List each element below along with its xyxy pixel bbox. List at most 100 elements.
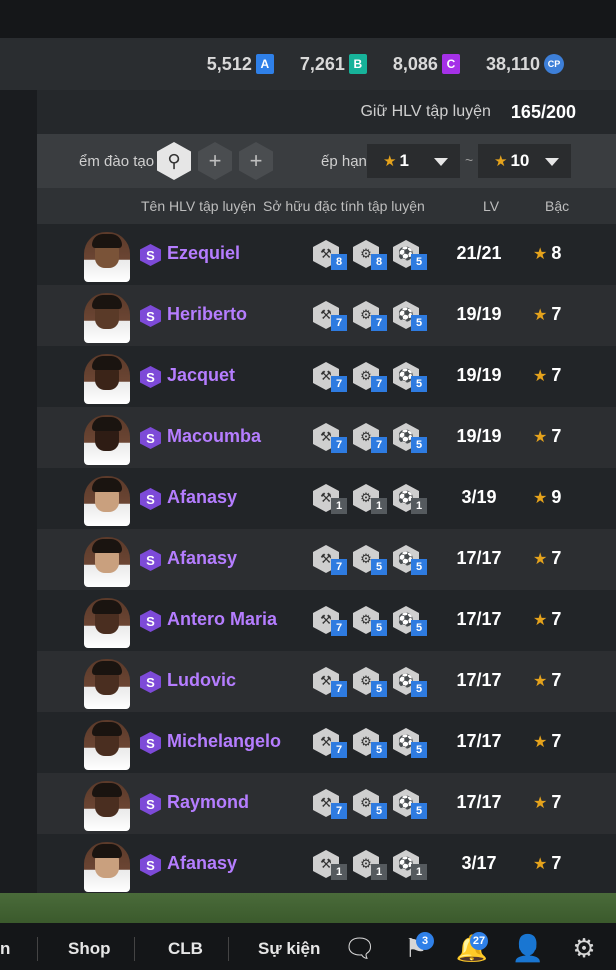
avatar — [84, 720, 130, 770]
range-tilde: ~ — [465, 152, 474, 168]
coach-level: 17/17 — [456, 792, 502, 812]
training-trait[interactable]: ⚙ 7 — [351, 299, 389, 333]
table-row[interactable]: S Michelangelo ⚒ 7 ⚙ 5 ⚽ 5 17/17 ★ 7 — [37, 712, 616, 773]
profile-icon[interactable]: 👤 — [512, 933, 544, 963]
training-trait[interactable]: ⚙ 5 — [351, 543, 389, 577]
training-trait[interactable]: ⚙ 5 — [351, 604, 389, 638]
trait-level: 5 — [411, 376, 427, 392]
training-trait[interactable]: ⚒ 7 — [311, 787, 349, 821]
trait-level: 5 — [411, 620, 427, 636]
coach-grade: ★ 7 — [533, 792, 561, 813]
grade-from-dropdown[interactable]: ★ 1 — [367, 144, 460, 178]
training-trait[interactable]: ⚙ 8 — [351, 238, 389, 272]
training-trait[interactable]: ⚽ 5 — [391, 726, 429, 760]
training-trait[interactable]: ⚽ 1 — [391, 848, 429, 882]
add-filter-button-1[interactable]: + — [198, 142, 232, 180]
training-trait[interactable]: ⚙ 5 — [351, 726, 389, 760]
coach-grade: ★ 7 — [533, 670, 561, 691]
coach-name: Ludovic — [167, 670, 237, 690]
training-trait[interactable]: ⚒ 7 — [311, 543, 349, 577]
training-trait[interactable]: ⚽ 5 — [391, 543, 429, 577]
table-row[interactable]: S Heriberto ⚒ 7 ⚙ 7 ⚽ 5 19/19 ★ 7 — [37, 285, 616, 346]
training-trait[interactable]: ⚙ 7 — [351, 421, 389, 455]
avatar-hair — [92, 844, 122, 858]
table-row[interactable]: S Afanasy ⚒ 7 ⚙ 5 ⚽ 5 17/17 ★ 7 — [37, 529, 616, 590]
currency-a-icon: A — [255, 54, 274, 74]
currency-b: 7,261 B — [300, 54, 367, 75]
nav-divider — [37, 937, 38, 961]
training-trait[interactable]: ⚽ 5 — [391, 238, 429, 272]
column-lv-header[interactable]: LV — [483, 198, 499, 214]
avatar-hair — [92, 234, 122, 248]
training-trait[interactable]: ⚒ 1 — [311, 848, 349, 882]
avatar — [84, 537, 130, 587]
coach-grade: ★ 7 — [533, 731, 561, 752]
coach-name: Jacquet — [167, 365, 236, 385]
coach-level: 21/21 — [456, 243, 502, 263]
table-row[interactable]: S Macoumba ⚒ 7 ⚙ 7 ⚽ 5 19/19 ★ 7 — [37, 407, 616, 468]
training-trait[interactable]: ⚽ 5 — [391, 299, 429, 333]
training-trait[interactable]: ⚽ 5 — [391, 665, 429, 699]
coach-name: Afanasy — [167, 548, 238, 568]
nav-clb[interactable]: CLB — [168, 939, 203, 959]
training-trait[interactable]: ⚒ 7 — [311, 421, 349, 455]
nav-shop[interactable]: Shop — [68, 939, 111, 959]
left-side-column — [0, 90, 37, 893]
table-row[interactable]: S Ezequiel ⚒ 8 ⚙ 8 ⚽ 5 21/21 ★ 8 — [37, 224, 616, 285]
currency-b-icon: B — [348, 54, 367, 74]
trait-level: 1 — [331, 864, 347, 880]
training-filter-whistle-icon[interactable]: ⚲ — [157, 142, 191, 180]
training-trait[interactable]: ⚒ 7 — [311, 726, 349, 760]
table-row[interactable]: S Ludovic ⚒ 7 ⚙ 5 ⚽ 5 17/17 ★ 7 — [37, 651, 616, 712]
training-trait[interactable]: ⚙ 5 — [351, 787, 389, 821]
chat-icon[interactable]: 🗨 — [344, 933, 377, 963]
currency-c-value: 8,086 — [392, 53, 438, 74]
coach-grade-value: 7 — [551, 731, 562, 751]
coach-rows: S Ezequiel ⚒ 8 ⚙ 8 ⚽ 5 21/21 ★ 8 S Heribe… — [37, 224, 616, 895]
nav-event[interactable]: Sự kiện — [258, 939, 320, 959]
table-row[interactable]: S Antero Maria ⚒ 7 ⚙ 5 ⚽ 5 17/17 ★ 7 — [37, 590, 616, 651]
coach-grade-value: 7 — [551, 304, 562, 324]
star-icon: ★ — [533, 856, 548, 873]
trait-level: 7 — [331, 620, 347, 636]
column-name-header[interactable]: Tên HLV tập luyện — [141, 198, 256, 214]
training-trait[interactable]: ⚒ 7 — [311, 604, 349, 638]
coach-level: 3/19 — [461, 487, 497, 507]
avatar — [84, 659, 130, 709]
trait-level: 7 — [331, 803, 347, 819]
training-trait[interactable]: ⚙ 7 — [351, 360, 389, 394]
training-trait[interactable]: ⚽ 5 — [391, 604, 429, 638]
training-trait[interactable]: ⚙ 5 — [351, 665, 389, 699]
table-row[interactable]: S Afanasy ⚒ 1 ⚙ 1 ⚽ 1 3/19 ★ 9 — [37, 468, 616, 529]
grade-to-dropdown[interactable]: ★ 10 — [478, 144, 571, 178]
coach-grade: ★ 9 — [533, 487, 561, 508]
training-trait[interactable]: ⚽ 5 — [391, 787, 429, 821]
trait-level: 7 — [371, 437, 387, 453]
coach-level: 19/19 — [456, 365, 502, 385]
coach-grade: ★ 7 — [533, 853, 561, 874]
training-trait[interactable]: ⚒ 1 — [311, 482, 349, 516]
training-trait[interactable]: ⚒ 8 — [311, 238, 349, 272]
table-row[interactable]: S Jacquet ⚒ 7 ⚙ 7 ⚽ 5 19/19 ★ 7 — [37, 346, 616, 407]
column-grade-header[interactable]: Bậc — [545, 198, 569, 214]
table-row[interactable]: S Afanasy ⚒ 1 ⚙ 1 ⚽ 1 3/17 ★ 7 — [37, 834, 616, 895]
coach-grade-value: 7 — [551, 365, 562, 385]
gear-icon[interactable]: ⚙ — [568, 933, 600, 963]
training-trait[interactable]: ⚒ 7 — [311, 665, 349, 699]
currency-a-value: 5,512 — [206, 53, 252, 74]
column-traits-header: Sở hữu đặc tính tập luyện — [263, 198, 425, 214]
training-trait[interactable]: ⚙ 1 — [351, 848, 389, 882]
coach-level: 17/17 — [456, 670, 502, 690]
add-filter-button-2[interactable]: + — [239, 142, 273, 180]
training-trait[interactable]: ⚽ 1 — [391, 482, 429, 516]
training-trait[interactable]: ⚽ 5 — [391, 360, 429, 394]
coach-name: Ezequiel — [167, 243, 241, 263]
training-trait[interactable]: ⚒ 7 — [311, 360, 349, 394]
table-row[interactable]: S Raymond ⚒ 7 ⚙ 5 ⚽ 5 17/17 ★ 7 — [37, 773, 616, 834]
avatar — [84, 598, 130, 648]
training-trait[interactable]: ⚒ 7 — [311, 299, 349, 333]
nav-divider — [134, 937, 135, 961]
training-trait[interactable]: ⚽ 5 — [391, 421, 429, 455]
nav-item-partial[interactable]: n — [0, 939, 10, 959]
training-trait[interactable]: ⚙ 1 — [351, 482, 389, 516]
